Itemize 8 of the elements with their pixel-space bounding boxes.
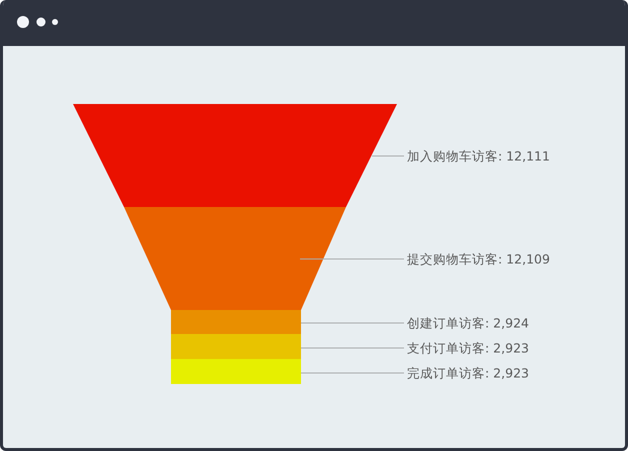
funnel-label: 提交购物车访客: 12,109	[407, 252, 550, 266]
funnel-label: 支付订单访客: 2,923	[407, 340, 529, 356]
funnel-label: 完成订单访客: 2,923	[407, 366, 529, 380]
window-dot-icon[interactable]	[52, 19, 58, 25]
funnel-label: 加入购物车访客: 12,111	[407, 148, 550, 164]
window-dot-icon[interactable]	[17, 16, 29, 28]
funnel-label: 创建订单访客: 2,924	[407, 316, 529, 330]
window-dot-icon[interactable]	[36, 18, 46, 26]
